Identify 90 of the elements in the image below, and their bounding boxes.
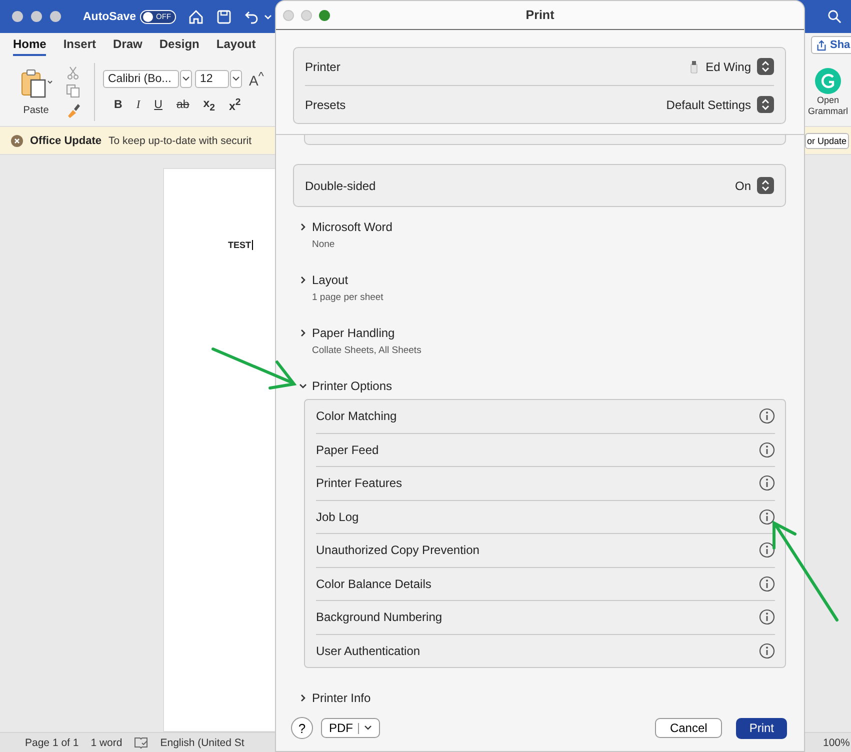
info-icon[interactable] [759,408,775,424]
stepper-icon [757,177,774,194]
zoom-level: 100% [823,736,850,748]
font-name-field[interactable]: Calibri (Bo... [103,70,179,88]
disclosure-icon[interactable] [299,382,307,390]
autosave-label: AutoSave [83,10,136,22]
ribbon-tab[interactable]: Draw [113,34,142,56]
info-icon[interactable] [759,576,775,592]
copy-icon[interactable] [66,84,80,98]
option-label: Unauthorized Copy Prevention [316,543,480,558]
print-button[interactable]: Print [736,718,787,738]
info-icon[interactable] [759,609,775,626]
disclosure-icon[interactable] [299,223,307,231]
scissors-icon[interactable] [66,66,80,80]
document-text: TEST [228,240,254,250]
notice-title: Office Update [30,134,102,146]
presets-popup[interactable]: Default Settings [666,96,774,113]
language-label: English (United St [160,736,244,748]
undo-icon[interactable] [244,8,260,24]
disclosure-icon[interactable] [299,276,307,284]
setting-label: Printer [305,60,340,74]
printer-popup[interactable]: Ed Wing [706,58,774,75]
option-label: User Authentication [316,644,420,658]
stepper-icon [757,96,774,113]
window-button[interactable] [50,11,61,22]
font-size-field[interactable]: 12 [195,70,229,88]
disclosure-icon[interactable] [299,694,307,702]
close-icon[interactable] [11,134,23,146]
stepper-icon [757,58,774,75]
section-title[interactable]: Printer Options [312,379,392,393]
grow-font-button[interactable]: A$^{^}$ [249,70,264,88]
share-icon [816,40,827,50]
info-icon[interactable] [759,475,775,492]
ribbon-tab[interactable]: Layout [216,34,256,56]
setting-label: Presets [305,98,346,112]
window-button[interactable] [12,11,23,22]
word-count: 1 word [90,736,122,748]
printer-icon [690,60,698,74]
option-label: Color Matching [316,409,397,424]
search-icon[interactable] [826,9,842,24]
help-button[interactable]: ? [291,717,313,739]
proofing-icon[interactable] [134,736,148,748]
save-icon[interactable] [216,8,232,24]
format-button[interactable]: B [114,99,122,112]
section-summary: Collate Sheets, All Sheets [312,345,422,356]
caret-icon[interactable] [264,12,272,20]
section-title[interactable]: Paper Handling [312,326,395,340]
grammarly-label: Open [816,94,840,104]
dropdown-button[interactable] [230,70,242,88]
section-summary: 1 page per sheet [312,292,384,303]
format-button[interactable]: ab [176,99,190,112]
grammarly-label: Grammarl [808,106,848,116]
dropdown-button[interactable] [180,70,192,88]
format-button[interactable]: U [154,99,162,112]
window-button[interactable] [319,10,330,20]
caret-icon [182,76,190,82]
cancel-button[interactable]: Cancel [654,718,722,738]
page-count: Page 1 of 1 [25,736,79,748]
update-button[interactable]: or Update [805,132,849,148]
section-title[interactable]: Microsoft Word [312,220,392,234]
disclosure-icon[interactable] [299,329,307,337]
option-label: Job Log [316,510,359,524]
option-label: Background Numbering [316,610,442,624]
format-painter-icon[interactable] [66,102,82,118]
format-button[interactable]: x$^{2}$ [229,97,241,114]
format-button[interactable]: I [136,99,140,112]
section-title[interactable]: Layout [312,273,348,287]
share-button[interactable]: Sha [811,36,851,54]
double-sided-popup[interactable]: On [734,177,774,194]
section-title[interactable]: Printer Info [312,691,371,705]
format-button[interactable]: x$_{2}$ [203,98,215,113]
notice-text: To keep up-to-date with securit [108,134,252,146]
ribbon-tab[interactable]: Insert [63,34,96,56]
caret-icon [364,725,372,731]
option-label: Printer Features [316,476,402,490]
window-title: Print [526,8,554,22]
option-label: Paper Feed [316,442,379,457]
info-icon[interactable] [759,442,775,458]
section-summary: None [312,239,336,250]
pdf-button[interactable]: PDF [321,718,380,738]
window-button[interactable] [31,11,42,22]
caret-icon [232,76,240,82]
home-icon[interactable] [188,8,204,24]
ribbon-tab[interactable]: Design [159,34,200,56]
paste-label: Paste [23,105,49,116]
info-icon[interactable] [759,642,775,659]
info-icon[interactable] [759,542,775,558]
option-label: Color Balance Details [316,576,432,591]
info-icon[interactable] [759,508,775,525]
setting-label: Double-sided [305,178,376,192]
